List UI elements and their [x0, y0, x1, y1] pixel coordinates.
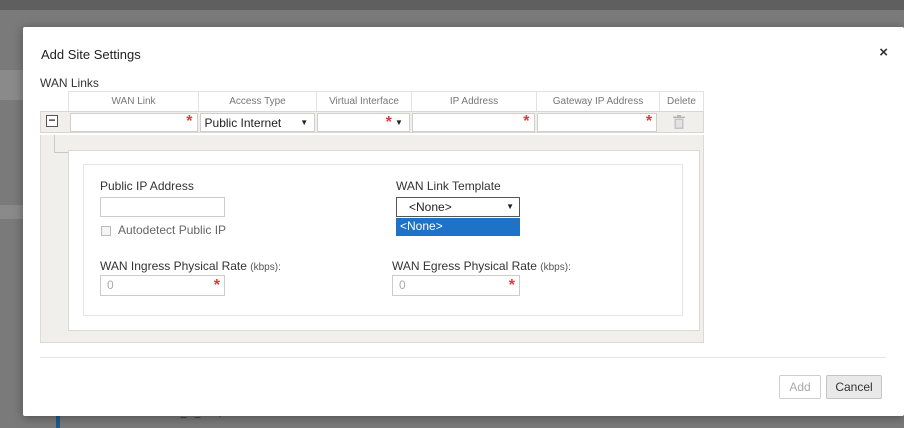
required-asterisk-icon: *	[385, 114, 392, 131]
ingress-rate-input[interactable]: 0 *	[100, 275, 225, 296]
gateway-ip-cell: *	[536, 112, 659, 132]
tree-connector	[54, 135, 68, 153]
close-icon[interactable]: ×	[879, 44, 888, 61]
virtual-interface-cell: * ▼	[316, 112, 411, 132]
ip-address-input[interactable]	[411, 113, 535, 132]
required-asterisk-icon: *	[645, 113, 653, 130]
access-type-cell: Public Internet ▼	[199, 112, 317, 132]
required-asterisk-icon: *	[186, 113, 193, 130]
wan-link-input[interactable]	[69, 113, 198, 132]
required-asterisk-icon: *	[508, 277, 515, 294]
chevron-down-icon: ▼	[506, 202, 514, 211]
modal-title: Add Site Settings	[41, 47, 141, 62]
ingress-rate-placeholder: 0	[107, 278, 114, 292]
collapse-icon[interactable]: −	[46, 114, 58, 127]
header-virtual-interface: Virtual Interface	[316, 91, 411, 111]
gateway-ip-input[interactable]	[536, 113, 658, 132]
backdrop-band	[0, 0, 904, 10]
header-gateway-ip-address: Gateway IP Address	[536, 91, 659, 111]
egress-rate-unit: (kbps):	[540, 262, 571, 273]
wan-link-template-label: WAN Link Template	[396, 179, 501, 193]
access-type-value: Public Internet	[204, 116, 282, 130]
header-access-type: Access Type	[198, 91, 316, 111]
chevron-down-icon: ▼	[394, 118, 403, 127]
header-delete: Delete	[659, 91, 704, 111]
expand-cell: −	[41, 112, 69, 132]
wan-link-template-value: <None>	[409, 200, 452, 214]
table-header-row: WAN Link Access Type Virtual Interface I…	[40, 91, 704, 111]
header-ip-address: IP Address	[411, 91, 536, 111]
ingress-rate-label: WAN Ingress Physical Rate (kbps):	[100, 259, 281, 273]
egress-rate-label-text: WAN Egress Physical Rate	[392, 259, 537, 273]
table-row: − * Public Internet ▼ * ▼ * *	[40, 111, 704, 133]
public-ip-label: Public IP Address	[100, 179, 194, 193]
header-spacer	[40, 91, 68, 111]
delete-cell	[658, 112, 703, 132]
cancel-button[interactable]: Cancel	[826, 375, 882, 399]
egress-rate-input[interactable]: 0 *	[392, 275, 520, 296]
wan-links-table: WAN Link Access Type Virtual Interface I…	[40, 91, 704, 133]
wan-link-template-select[interactable]: <None> ▼	[396, 197, 520, 217]
add-button[interactable]: Add	[779, 375, 821, 399]
wan-link-cell: *	[69, 112, 199, 132]
access-type-select[interactable]: Public Internet ▼	[199, 113, 316, 132]
required-asterisk-icon: *	[213, 277, 220, 294]
egress-rate-placeholder: 0	[399, 278, 406, 292]
chevron-down-icon: ▼	[300, 118, 309, 127]
ingress-rate-label-text: WAN Ingress Physical Rate	[100, 259, 247, 273]
virtual-interface-select[interactable]: * ▼	[317, 113, 410, 132]
footer-divider	[40, 357, 886, 358]
ip-address-cell: *	[411, 112, 536, 132]
egress-rate-label: WAN Egress Physical Rate (kbps):	[392, 259, 571, 273]
header-wan-link: WAN Link	[68, 91, 198, 111]
dropdown-option[interactable]: <None>	[396, 218, 520, 236]
row-detail-card: Public IP Address Autodetect Public IP W…	[83, 164, 683, 316]
public-ip-input[interactable]	[100, 197, 225, 217]
autodetect-label: Autodetect Public IP	[118, 223, 227, 237]
ingress-rate-unit: (kbps):	[250, 262, 281, 273]
trash-icon[interactable]	[673, 115, 686, 132]
autodetect-checkbox[interactable]	[101, 226, 111, 236]
required-asterisk-icon: *	[523, 113, 530, 130]
wan-links-heading: WAN Links	[40, 76, 99, 90]
